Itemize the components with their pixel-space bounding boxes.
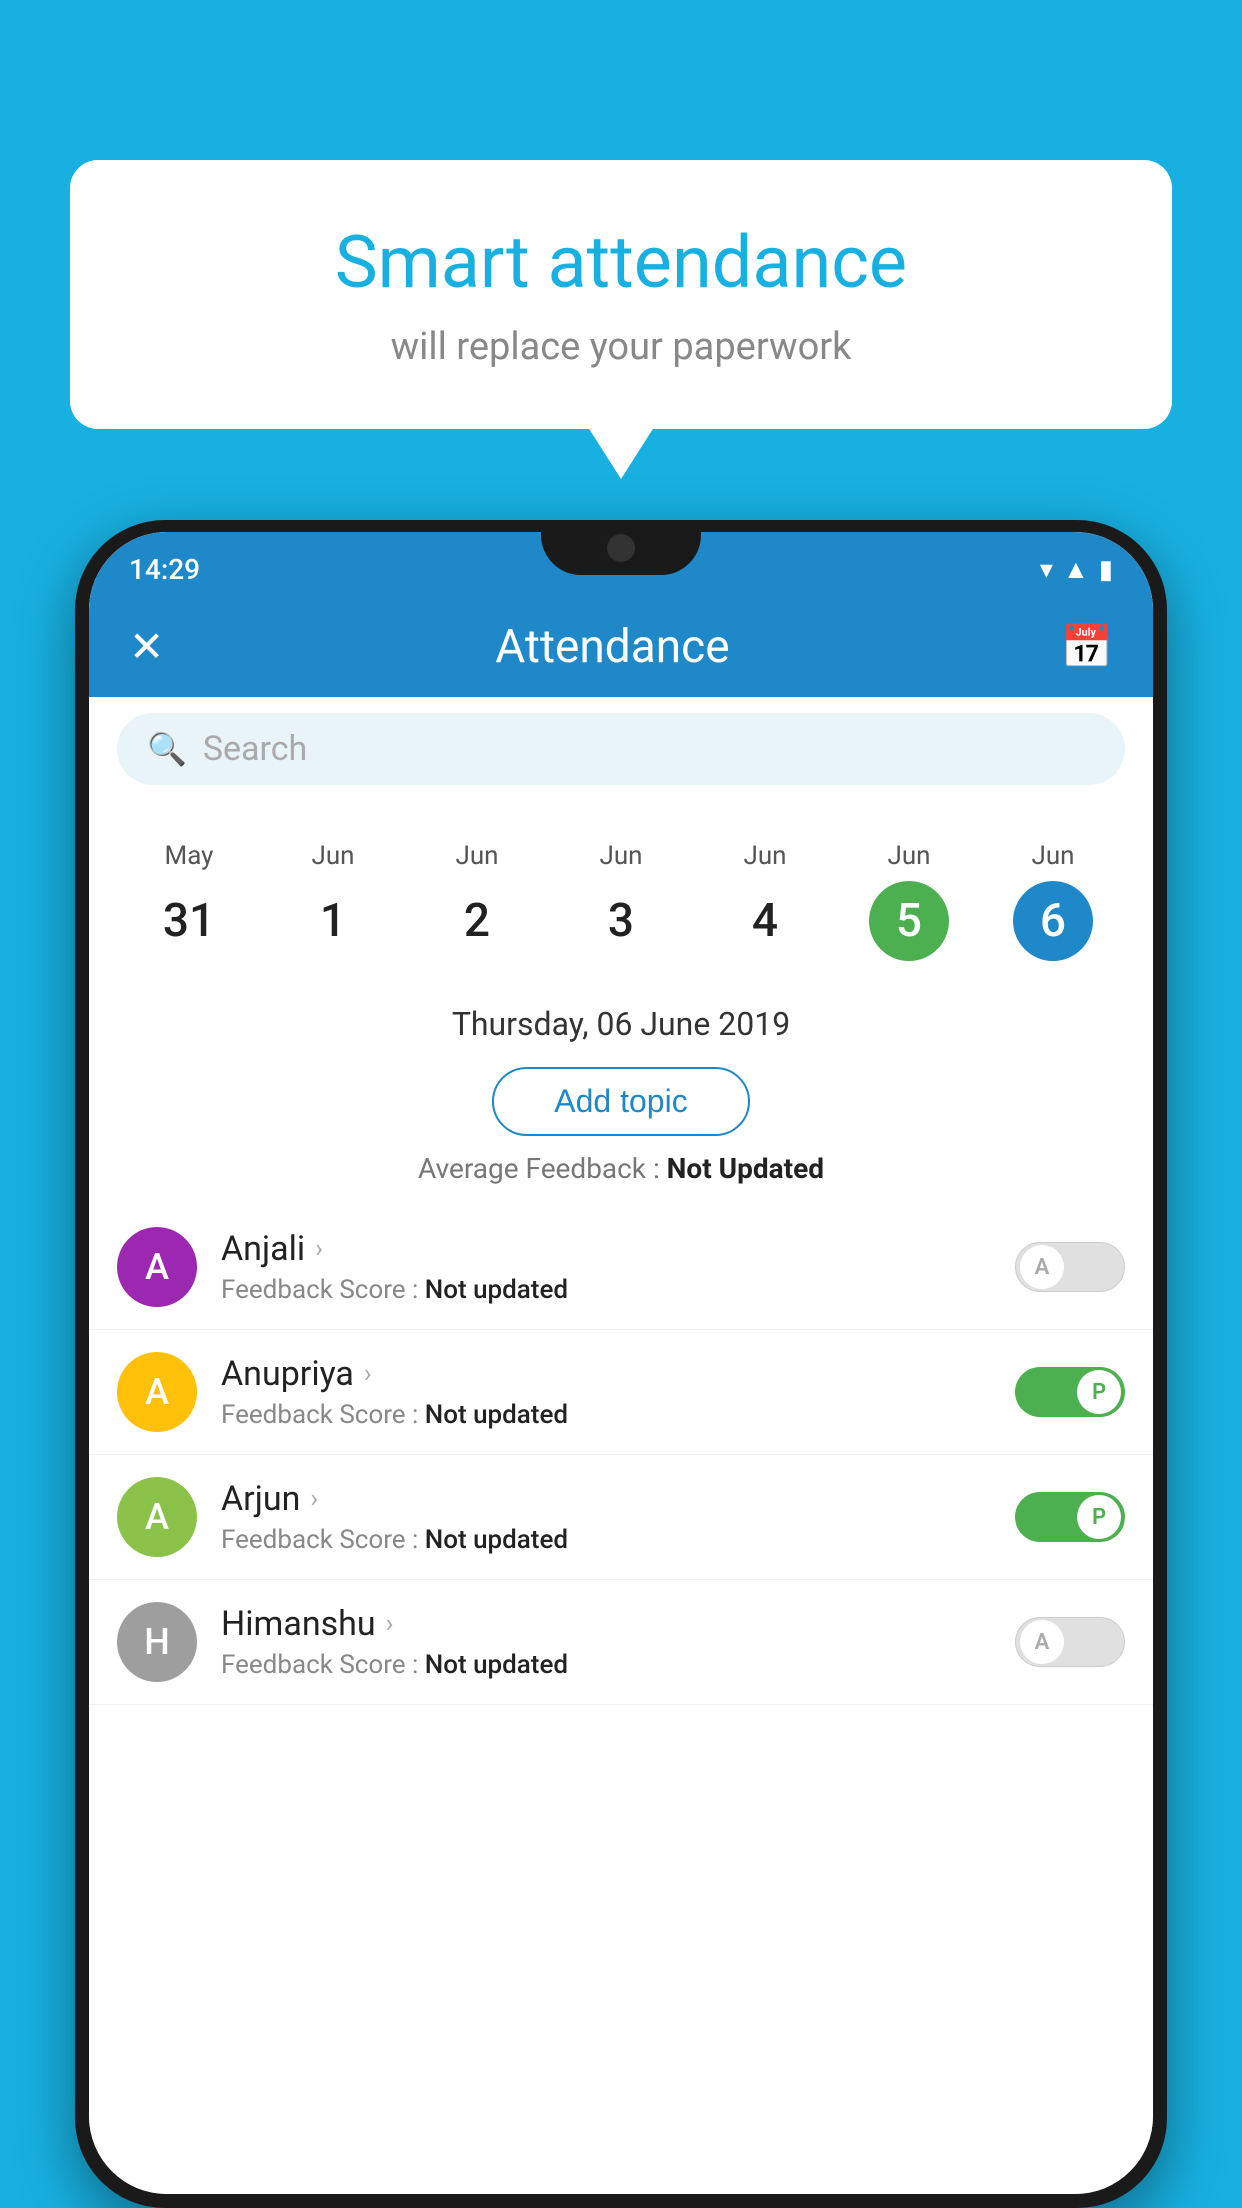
attendance-toggle[interactable]: A [1015, 1617, 1125, 1667]
search-bar[interactable]: 🔍 Search [117, 713, 1125, 785]
cal-date-number: 5 [869, 881, 949, 961]
cal-month-label: Jun [455, 841, 498, 871]
attendance-toggle[interactable]: A [1015, 1242, 1125, 1292]
phone-notch [541, 520, 701, 575]
student-name: Anjali › [221, 1229, 1015, 1269]
phone-screen: 14:29 ▾ ▲ ▮ ✕ Attendance 📅 🔍 Search [89, 532, 1153, 2194]
toggle-thumb: A [1020, 1245, 1064, 1289]
cal-date-number: 1 [293, 881, 373, 961]
feedback-value: Not updated [425, 1650, 568, 1680]
calendar-icon[interactable]: 📅 [1061, 623, 1113, 672]
phone-frame: 14:29 ▾ ▲ ▮ ✕ Attendance 📅 🔍 Search [75, 520, 1167, 2208]
attendance-toggle[interactable]: P [1015, 1367, 1125, 1417]
phone-camera [607, 534, 635, 562]
cal-month-label: Jun [599, 841, 642, 871]
calendar-day[interactable]: May 31 [149, 841, 229, 961]
battery-icon: ▮ [1099, 555, 1113, 585]
speech-bubble-container: Smart attendance will replace your paper… [70, 160, 1172, 429]
selected-date: Thursday, 06 June 2019 [89, 981, 1153, 1057]
attendance-toggle[interactable]: P [1015, 1492, 1125, 1542]
student-name: Himanshu › [221, 1604, 1015, 1644]
bubble-title: Smart attendance [140, 220, 1102, 305]
toggle-track: P [1015, 1492, 1125, 1542]
search-icon: 🔍 [147, 730, 187, 768]
toggle-track: A [1015, 1242, 1125, 1292]
chevron-icon: › [310, 1484, 318, 1514]
cal-date-number: 3 [581, 881, 661, 961]
student-feedback: Feedback Score : Not updated [221, 1525, 1015, 1555]
bubble-subtitle: will replace your paperwork [140, 325, 1102, 369]
feedback-value: Not updated [425, 1275, 568, 1305]
chevron-icon: › [386, 1609, 394, 1639]
avg-feedback-value: Not Updated [667, 1152, 824, 1185]
feedback-value: Not updated [425, 1525, 568, 1555]
signal-icon: ▲ [1063, 554, 1089, 585]
student-name: Arjun › [221, 1479, 1015, 1519]
calendar-day[interactable]: Jun 1 [293, 841, 373, 961]
chevron-icon: › [364, 1359, 372, 1389]
cal-date-number: 2 [437, 881, 517, 961]
student-list: AAnjali ›Feedback Score : Not updatedAAA… [89, 1205, 1153, 1705]
student-info: Anupriya › Feedback Score : Not updated [221, 1354, 1015, 1430]
student-info: Arjun › Feedback Score : Not updated [221, 1479, 1015, 1555]
wifi-icon: ▾ [1040, 555, 1053, 585]
app-bar: ✕ Attendance 📅 [89, 597, 1153, 697]
cal-month-label: May [165, 841, 214, 871]
student-avatar: A [117, 1227, 197, 1307]
student-info: Anjali › Feedback Score : Not updated [221, 1229, 1015, 1305]
toggle-thumb: P [1077, 1370, 1121, 1414]
toggle-thumb: P [1077, 1495, 1121, 1539]
cal-date-number: 4 [725, 881, 805, 961]
avg-feedback: Average Feedback : Not Updated [89, 1152, 1153, 1185]
student-feedback: Feedback Score : Not updated [221, 1400, 1015, 1430]
calendar-day[interactable]: Jun 2 [437, 841, 517, 961]
student-feedback: Feedback Score : Not updated [221, 1275, 1015, 1305]
calendar-days: May 31 Jun 1 Jun 2 Jun 3 Jun 4 Jun 5 Jun 6 [89, 821, 1153, 981]
feedback-value: Not updated [425, 1400, 568, 1430]
status-icons: ▾ ▲ ▮ [1040, 554, 1113, 585]
cal-month-label: Jun [1031, 841, 1074, 871]
add-topic-button[interactable]: Add topic [492, 1067, 749, 1136]
calendar-day[interactable]: Jun 6 [1013, 841, 1093, 961]
status-time: 14:29 [129, 553, 200, 586]
student-item[interactable]: AAnjali ›Feedback Score : Not updatedA [89, 1205, 1153, 1330]
search-placeholder: Search [203, 729, 307, 769]
calendar-day[interactable]: Jun 3 [581, 841, 661, 961]
student-avatar: H [117, 1602, 197, 1682]
cal-month-label: Jun [887, 841, 930, 871]
calendar-strip [89, 801, 1153, 821]
student-item[interactable]: A Arjun › Feedback Score : Not updated P [89, 1455, 1153, 1580]
student-name: Anupriya › [221, 1354, 1015, 1394]
cal-month-label: Jun [743, 841, 786, 871]
add-topic-container: Add topic [89, 1067, 1153, 1136]
student-item[interactable]: A Anupriya › Feedback Score : Not updated P [89, 1330, 1153, 1455]
calendar-day[interactable]: Jun 5 [869, 841, 949, 961]
cal-date-number: 6 [1013, 881, 1093, 961]
calendar-day[interactable]: Jun 4 [725, 841, 805, 961]
student-avatar: A [117, 1477, 197, 1557]
toggle-track: A [1015, 1617, 1125, 1667]
toggle-thumb: A [1020, 1620, 1064, 1664]
student-item[interactable]: H Himanshu › Feedback Score : Not updatedA [89, 1580, 1153, 1705]
cal-month-label: Jun [311, 841, 354, 871]
chevron-icon: › [315, 1234, 323, 1264]
student-feedback: Feedback Score : Not updated [221, 1650, 1015, 1680]
close-button[interactable]: ✕ [129, 622, 164, 672]
app-title: Attendance [495, 620, 729, 674]
student-avatar: A [117, 1352, 197, 1432]
speech-bubble: Smart attendance will replace your paper… [70, 160, 1172, 429]
student-info: Himanshu › Feedback Score : Not updated [221, 1604, 1015, 1680]
cal-date-number: 31 [149, 881, 229, 961]
toggle-track: P [1015, 1367, 1125, 1417]
avg-feedback-label: Average Feedback : [418, 1152, 667, 1185]
